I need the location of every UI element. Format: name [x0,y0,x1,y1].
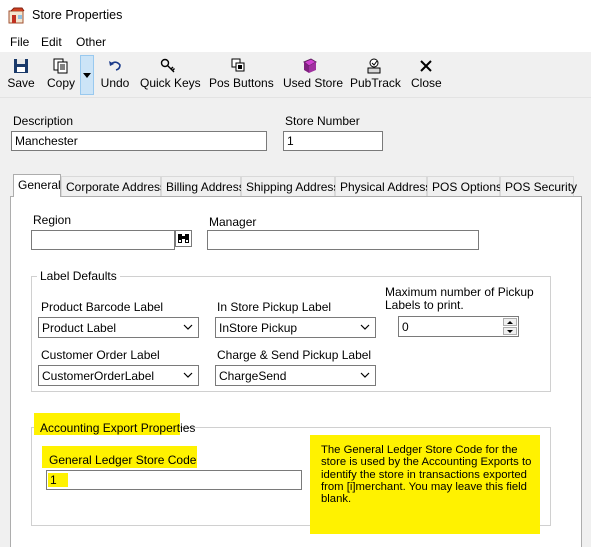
tab-shipping-address[interactable]: Shipping Address [241,176,339,197]
tab-general[interactable]: General [13,174,61,197]
gl-store-code-note: The General Ledger Store Code for the st… [321,444,532,506]
close-button[interactable]: Close [411,58,442,94]
manager-label: Manager [209,215,257,229]
pubtrack-button[interactable]: PubTrack [350,58,401,94]
region-lookup-button[interactable] [175,230,192,247]
chevron-down-icon [183,324,193,330]
pos-buttons-button[interactable]: Pos Buttons [209,58,274,94]
max-pickup-label-line1: Maximum number of Pickup [385,285,534,299]
quick-keys-button[interactable]: Quick Keys [140,58,201,94]
copy-icon [53,58,68,74]
product-barcode-label: Product Barcode Label [41,300,164,314]
chevron-down-icon [183,372,193,378]
label-defaults-title: Label Defaults [37,269,120,283]
copy-dropdown-arrow[interactable] [80,55,94,95]
description-label: Description [13,114,74,128]
undo-icon [109,61,121,71]
max-pickup-label-line2: Labels to print. [385,298,464,312]
region-label: Region [33,213,72,227]
save-icon [14,59,28,73]
close-icon [420,60,432,72]
used-store-button[interactable]: Used Store [283,58,343,94]
store-number-input[interactable]: 1 [283,131,383,151]
manager-input[interactable] [207,230,479,250]
app-icon [8,7,26,25]
book-icon [303,58,317,73]
menu-edit[interactable]: Edit [41,35,62,49]
store-number-label: Store Number [285,114,360,128]
key-icon [160,58,175,73]
tab-pos-security[interactable]: POS Security [500,176,577,197]
gl-store-code-label: General Ledger Store Code [49,453,197,467]
menu-file[interactable]: File [10,35,29,49]
binoculars-icon [175,230,192,247]
gl-store-code-input[interactable]: 1 [46,470,302,490]
spin-down-button[interactable] [503,327,517,335]
customer-order-label: Customer Order Label [41,348,160,362]
save-button[interactable]: Save [7,58,35,94]
in-store-pickup-label: In Store Pickup Label [217,300,332,314]
region-input[interactable] [31,230,175,250]
charge-send-select[interactable]: ChargeSend [215,365,376,386]
copy-button[interactable]: Copy [45,58,77,94]
in-store-pickup-select[interactable]: InStore Pickup [215,317,376,338]
accounting-export-title: Accounting Export Properties [40,421,196,435]
pubtrack-icon [367,58,381,74]
charge-send-label: Charge & Send Pickup Label [217,348,372,362]
description-input[interactable]: Manchester [11,131,267,151]
spin-up-button[interactable] [503,318,517,326]
undo-button[interactable]: Undo [100,58,130,94]
tab-physical-address[interactable]: Physical Address [335,176,431,197]
tab-corporate-address[interactable]: Corporate Address [61,176,166,197]
tab-billing-address[interactable]: Billing Address [161,176,245,197]
max-pickup-spinner[interactable]: 0 [398,316,519,337]
menu-other[interactable]: Other [76,35,106,49]
product-barcode-select[interactable]: Product Label [38,317,199,338]
window-title: Store Properties [32,8,123,22]
pos-buttons-icon [231,58,245,72]
chevron-down-icon [360,372,370,378]
tab-pos-options[interactable]: POS Options [427,176,502,197]
chevron-down-icon [360,324,370,330]
customer-order-select[interactable]: CustomerOrderLabel [38,365,199,386]
